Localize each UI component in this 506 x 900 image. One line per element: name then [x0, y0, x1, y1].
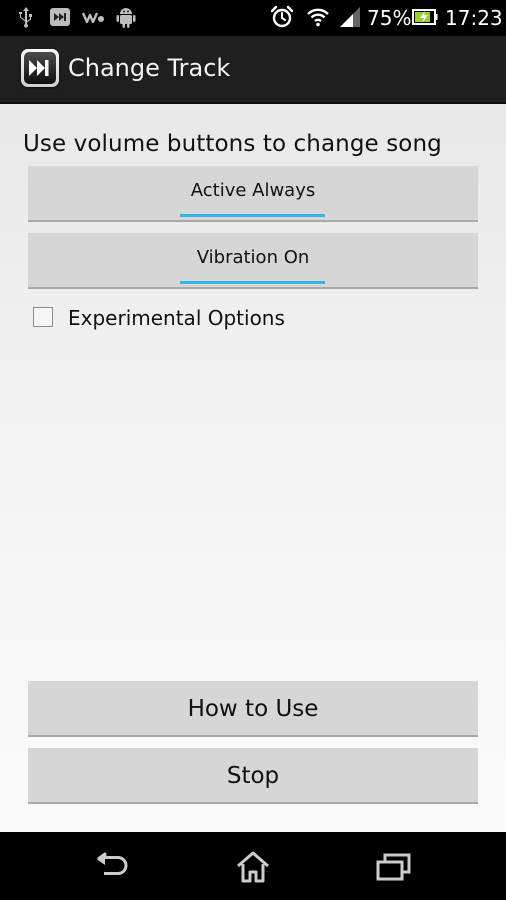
home-icon[interactable] — [233, 850, 273, 884]
experimental-options-label: Experimental Options — [68, 306, 285, 330]
battery-charging-icon — [412, 5, 438, 29]
battery-percent: 75% — [367, 6, 412, 30]
status-bar: 75% 17:23 — [0, 0, 506, 36]
vibration-toggle[interactable]: Vibration On — [28, 233, 478, 289]
fast-forward-icon[interactable] — [21, 49, 59, 87]
alarm-icon — [270, 5, 294, 29]
phone-screen: 75% 17:23 Change Track Use volume button… — [0, 0, 506, 900]
back-icon[interactable] — [92, 850, 132, 884]
vibration-label: Vibration On — [196, 247, 310, 268]
recent-apps-icon[interactable] — [374, 850, 414, 884]
main-content: Use volume buttons to change song Active… — [0, 104, 506, 832]
app-title: Change Track — [68, 54, 231, 82]
stop-button[interactable]: Stop — [28, 748, 478, 804]
action-bar: Change Track — [0, 36, 506, 104]
active-always-label: Active Always — [190, 180, 316, 201]
active-always-toggle[interactable]: Active Always — [28, 166, 478, 222]
clock: 17:23 — [445, 6, 503, 30]
instruction-text: Use volume buttons to change song — [23, 131, 442, 157]
toggle-on-indicator — [180, 281, 325, 284]
experimental-options-checkbox[interactable] — [33, 307, 53, 327]
toggle-on-indicator — [180, 214, 325, 217]
media-skip-icon — [48, 5, 72, 29]
navigation-bar — [0, 832, 506, 900]
android-debug-icon — [114, 5, 138, 29]
how-to-use-button[interactable]: How to Use — [28, 681, 478, 737]
signal-icon — [338, 5, 362, 29]
wifi-icon — [306, 5, 330, 29]
usb-icon — [14, 5, 38, 29]
walkman-icon — [82, 5, 106, 29]
